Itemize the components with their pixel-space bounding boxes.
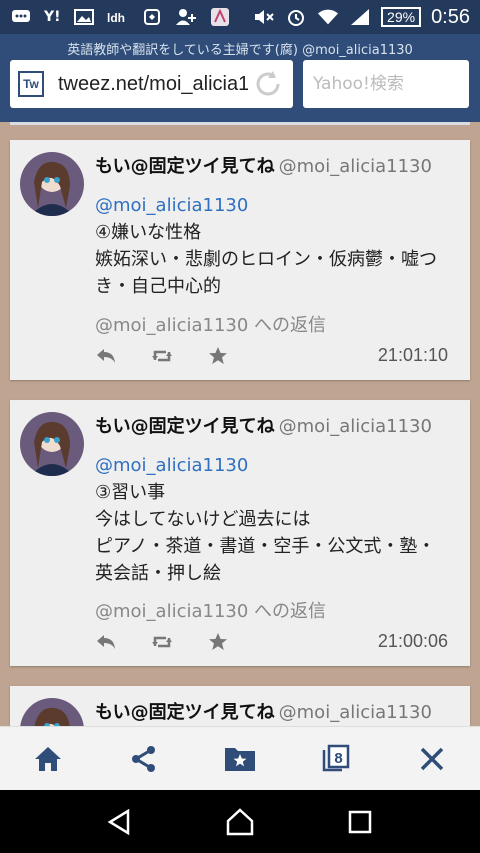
avatar[interactable] [20,698,84,726]
avatar[interactable] [20,412,84,476]
battery-indicator: 29% [381,7,422,27]
tweet-card[interactable]: もい@固定ツイ見てね @moi_alicia1130 [10,686,470,726]
user-name[interactable]: もい@固定ツイ見てね [95,416,275,437]
favicon-icon: Tw [18,71,44,97]
tweet-time[interactable]: 21:01:10 [378,345,448,366]
url-row: Tw tweez.net/moi_alicia1130 [10,60,470,108]
reload-icon[interactable] [251,67,285,101]
tweet-line: ④嫌いな性格 [95,222,202,243]
wifi-icon [317,8,339,26]
add-user-icon [175,8,197,26]
chat-icon [10,8,32,26]
browser-header: 英語教師や翻訳をしている主婦です(腐) @moi_alicia1130 Tw t… [0,34,480,122]
close-icon [420,747,444,770]
user-name[interactable]: もい@固定ツイ見てね [95,702,275,723]
tweet-line: 嫉妬深い・悲劇のヒロイン・仮病鬱・嘘つ [95,249,437,270]
yahoo-icon: Y! [44,9,61,25]
clock: 0:56 [431,5,470,28]
favorite-icon[interactable] [207,345,229,367]
reply-icon[interactable] [95,345,117,367]
address-bar[interactable]: Tw tweez.net/moi_alicia1130 [10,60,293,108]
image-icon [73,8,95,26]
tweet-line: ピアノ・茶道・書道・空手・公文式・塾・ [95,536,436,557]
shield-icon [141,8,163,26]
system-nav-bar [0,790,480,853]
tweet-time[interactable]: 21:00:06 [378,631,448,652]
home-button[interactable] [26,737,70,781]
browser-toolbar: 8 [0,726,480,790]
home-icon [35,746,61,771]
bookmarks-button[interactable] [218,737,262,781]
tweet-line: 英会話・押し絵 [95,563,221,584]
app-badge-icon [209,8,231,26]
tweet-line: ③習い事 [95,482,166,503]
bookmark-folder-icon [225,747,255,771]
reply-to-link[interactable]: @moi_alicia1130 への返信 [95,311,326,337]
tabs-icon: 8 [322,744,350,771]
recents-button[interactable] [340,802,380,842]
signal-icon [349,8,371,26]
tabs-count: 8 [334,750,342,767]
share-button[interactable] [122,737,166,781]
mention-link[interactable]: @moi_alicia1130 [95,192,460,219]
tweet-line: き・自己中心的 [95,276,221,297]
search-input[interactable] [303,60,469,108]
user-name[interactable]: もい@固定ツイ見てね [95,156,275,177]
mute-icon [253,8,275,26]
retweet-icon[interactable] [151,345,173,367]
back-button[interactable] [100,802,140,842]
tabs-button[interactable]: 8 [314,737,358,781]
tweet-text: @moi_alicia1130 ④嫌いな性格 嫉妬深い・悲劇のヒロイン・仮病鬱・… [95,192,460,300]
tweet-card[interactable]: もい@固定ツイ見てね @moi_alicia1130 @moi_alicia113… [10,140,470,380]
app-icon: ldh [107,8,129,26]
avatar[interactable] [20,152,84,216]
url-text[interactable]: tweez.net/moi_alicia1130 [58,73,248,96]
tweet-card[interactable]: もい@固定ツイ見てね @moi_alicia1130 @moi_alicia113… [10,400,470,666]
square-icon [348,810,372,833]
page-title: 英語教師や翻訳をしている主婦です(腐) @moi_alicia1130 [67,43,413,58]
back-triangle-icon [107,808,130,835]
alarm-icon [285,8,307,26]
tweet-text: @moi_alicia1130 ③習い事 今はしてないけど過去には ピアノ・茶道… [95,452,460,587]
mention-link[interactable]: @moi_alicia1130 [95,452,460,479]
close-button[interactable] [410,737,454,781]
svg-text:ldh: ldh [107,11,125,25]
tweet-line: 今はしてないけど過去には [95,509,311,530]
favorite-icon[interactable] [207,631,229,653]
reply-to-link[interactable]: @moi_alicia1130 への返信 [95,597,326,623]
reply-icon[interactable] [95,631,117,653]
divider [10,122,470,125]
timeline[interactable]: もい@固定ツイ見てね @moi_alicia1130 @moi_alicia113… [0,122,480,726]
status-bar: Y! ldh 29% 0:56 [0,0,480,34]
share-icon [132,745,155,772]
user-handle[interactable]: @moi_alicia1130 [279,156,432,177]
home-outline-icon [226,807,254,835]
user-handle[interactable]: @moi_alicia1130 [279,416,432,437]
user-handle[interactable]: @moi_alicia1130 [279,702,432,723]
retweet-icon[interactable] [151,631,173,653]
home-nav-button[interactable] [220,802,260,842]
